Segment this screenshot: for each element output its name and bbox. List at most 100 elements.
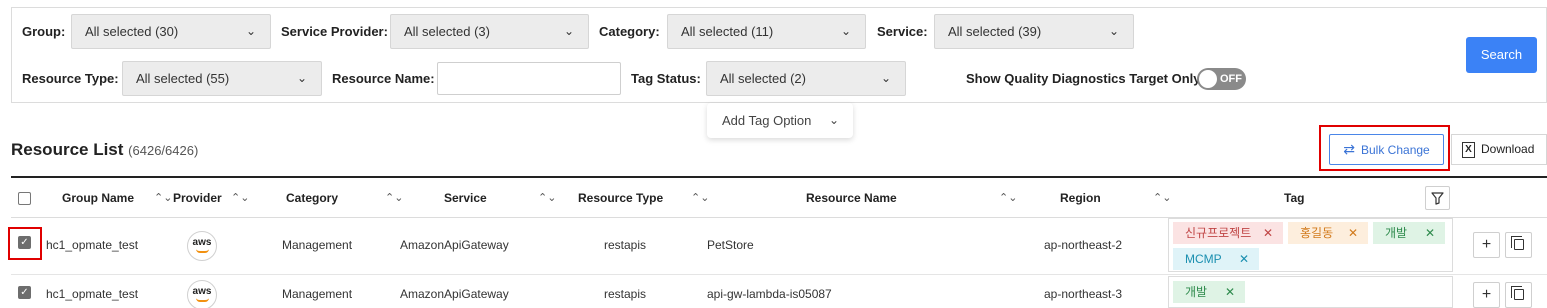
service-filter-label: Service: [877,24,928,39]
tag-label: 개발 [1385,226,1408,240]
service-select[interactable]: All selected (39) ⌄ [934,14,1134,49]
toggle-knob [1199,70,1217,88]
sort-icon[interactable]: ⌃⌄ [999,178,1017,218]
copy-icon [1511,236,1524,250]
copy-tag-button[interactable] [1505,282,1532,308]
sort-icon[interactable]: ⌃⌄ [231,178,249,218]
tag-status-filter-label: Tag Status: [631,71,701,86]
download-button[interactable]: X Download [1451,134,1547,165]
cell-resource-type: restapis [604,238,647,252]
bulk-change-label: Bulk Change [1361,143,1430,157]
close-icon[interactable]: ✕ [1263,222,1273,244]
header-service[interactable]: Service [444,178,487,218]
row-checkbox[interactable]: ✓ [18,286,31,299]
tag-label: MCMP [1185,252,1222,266]
copy-tag-button[interactable] [1505,232,1532,258]
add-tag-button[interactable]: + [1473,232,1500,258]
close-icon[interactable]: ✕ [1425,222,1435,244]
sort-icon[interactable]: ⌃⌄ [1153,178,1171,218]
close-icon[interactable]: ✕ [1348,222,1358,244]
bulk-change-button[interactable]: ⇄ Bulk Change [1329,134,1444,165]
category-filter-label: Category: [599,24,660,39]
chevron-down-icon: ⌄ [245,24,256,38]
tag-chip[interactable]: 개발 ✕ [1173,281,1245,303]
tag-status-select[interactable]: All selected (2) ⌄ [706,61,906,96]
cell-service: AmazonApiGateway [400,287,509,301]
sort-icon[interactable]: ⌃⌄ [154,178,172,218]
chevron-down-icon: ⌄ [828,113,839,127]
copy-icon [1511,286,1524,300]
resource-name-input[interactable] [437,62,621,95]
tag-chip[interactable]: 개발 ✕ [1373,222,1445,244]
filter-icon [1431,192,1444,205]
service-provider-select-value: All selected (3) [404,24,490,39]
cell-region: ap-northeast-2 [1044,238,1123,252]
tag-chip[interactable]: 홍길동 ✕ [1288,222,1368,244]
table-row[interactable]: ✓ hc1_opmate_test aws Management AmazonA… [11,276,1547,308]
close-icon[interactable]: ✕ [1225,281,1235,303]
tag-chip[interactable]: MCMP ✕ [1173,248,1259,270]
sort-icon[interactable]: ⌃⌄ [691,178,709,218]
group-filter-label: Group: [22,24,66,39]
check-icon: ✓ [20,287,29,298]
cell-resource-type: restapis [604,287,647,301]
service-provider-select[interactable]: All selected (3) ⌄ [390,14,589,49]
service-select-value: All selected (39) [948,24,1042,39]
header-category[interactable]: Category [286,178,338,218]
header-resource-name[interactable]: Resource Name [806,178,897,218]
cell-resource-name: PetStore [707,238,754,252]
resource-type-filter-label: Resource Type: [22,71,119,86]
swap-icon: ⇄ [1343,141,1355,157]
cell-group-name: hc1_opmate_test [46,287,139,301]
tag-container[interactable]: 개발 ✕ [1168,276,1453,308]
cell-service: AmazonApiGateway [400,238,509,252]
tag-filter-button[interactable] [1425,186,1450,210]
aws-logo-icon: aws [187,231,217,261]
plus-icon: + [1481,286,1492,303]
table-header: Group Name ⌃⌄ Provider ⌃⌄ Category ⌃⌄ Se… [11,176,1547,218]
resource-name-filter-label: Resource Name: [332,71,435,86]
sort-icon[interactable]: ⌃⌄ [538,178,556,218]
tag-label: 개발 [1185,285,1208,299]
header-resource-type[interactable]: Resource Type [578,178,663,218]
resource-list-title: Resource List (6426/6426) [11,140,198,160]
header-tag: Tag [1284,191,1305,205]
aws-logo-icon: aws [187,280,217,308]
chevron-down-icon: ⌄ [296,71,307,85]
sort-icon[interactable]: ⌃⌄ [385,178,403,218]
category-select-value: All selected (11) [681,24,774,39]
download-label: Download [1481,142,1535,156]
tag-label: 홍길동 [1300,226,1334,240]
toggle-state: OFF [1220,73,1242,85]
tag-status-select-value: All selected (2) [720,71,806,86]
select-all-checkbox[interactable] [18,192,31,205]
chevron-down-icon: ⌄ [1108,24,1119,38]
resource-type-select[interactable]: All selected (55) ⌄ [122,61,322,96]
cell-group-name: hc1_opmate_test [46,238,139,252]
close-icon[interactable]: ✕ [1239,248,1249,270]
resource-type-select-value: All selected (55) [136,71,230,86]
chevron-down-icon: ⌄ [840,24,851,38]
cell-category: Management [282,238,353,252]
header-region[interactable]: Region [1060,178,1101,218]
row-checkbox-highlight [8,227,42,260]
table-row[interactable]: ✓ hc1_opmate_test aws Management AmazonA… [11,218,1547,275]
search-button[interactable]: Search [1466,37,1537,73]
cell-resource-name: api-gw-lambda-is05087 [707,287,832,301]
group-select[interactable]: All selected (30) ⌄ [71,14,271,49]
tag-container[interactable]: 신규프로젝트 ✕ 홍길동 ✕ 개발 ✕ MCMP ✕ [1168,218,1453,272]
category-select[interactable]: All selected (11) ⌄ [667,14,866,49]
chevron-down-icon: ⌄ [563,24,574,38]
chevron-down-icon: ⌄ [880,71,891,85]
add-tag-button[interactable]: + [1473,282,1500,308]
tag-chip[interactable]: 신규프로젝트 ✕ [1173,222,1283,244]
plus-icon: + [1481,236,1492,253]
cell-region: ap-northeast-3 [1044,287,1123,301]
add-tag-option-dropdown[interactable]: Add Tag Option ⌄ [707,103,853,138]
aws-logo-text: aws [192,286,212,297]
add-tag-option-label: Add Tag Option [722,113,812,128]
quality-diagnostics-toggle[interactable]: OFF [1197,68,1246,90]
header-provider[interactable]: Provider [173,178,222,218]
group-select-value: All selected (30) [85,24,179,39]
header-group-name[interactable]: Group Name [62,178,134,218]
